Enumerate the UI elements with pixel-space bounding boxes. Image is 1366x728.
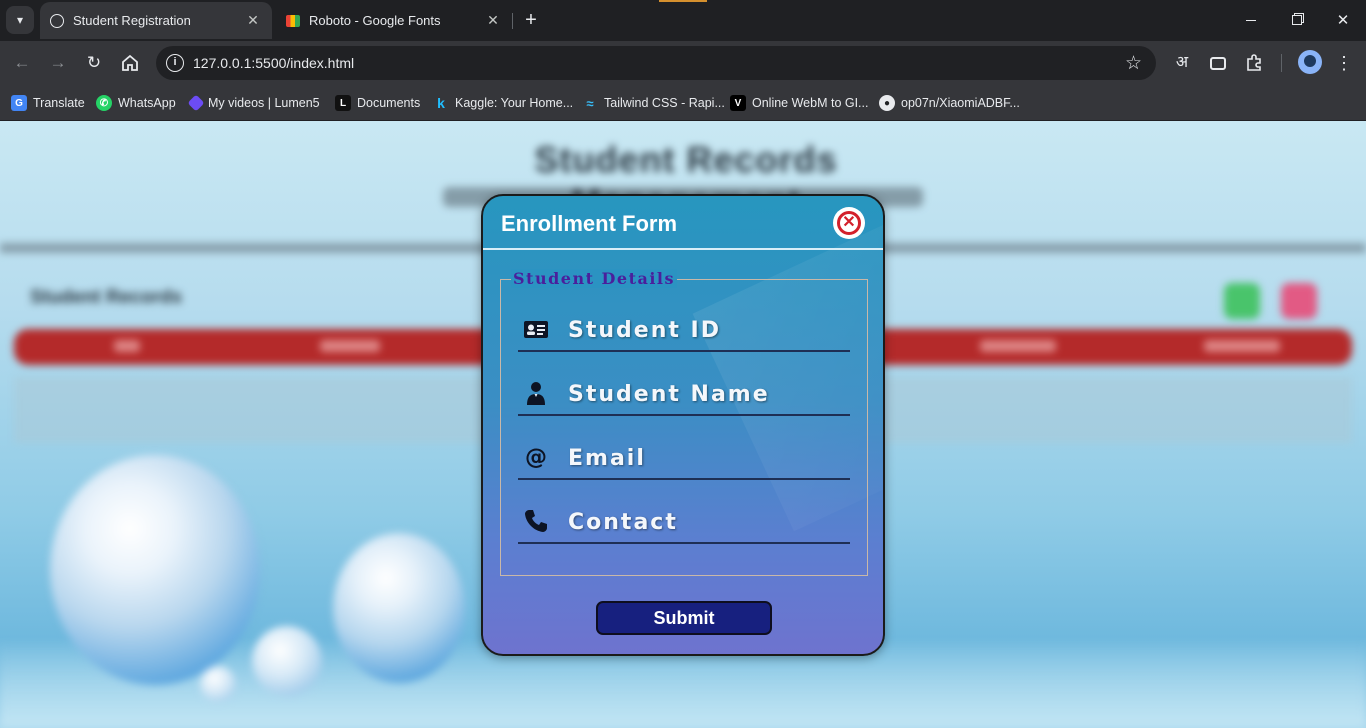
toolbar-separator <box>1281 54 1282 72</box>
tab-label: Student Registration <box>73 13 191 28</box>
home-icon <box>122 54 138 71</box>
forward-button[interactable]: → <box>46 51 70 75</box>
tab-close-icon[interactable]: ✕ <box>244 12 262 29</box>
student-id-placeholder: Student ID <box>568 318 721 343</box>
documents-icon: L <box>335 95 351 111</box>
arrow-right-icon: → <box>49 53 67 72</box>
email-field[interactable]: @ Email <box>518 436 850 480</box>
minimize-icon <box>1246 19 1256 21</box>
id-card-icon <box>524 321 548 338</box>
bookmarks-bar: G Translate ✆ WhatsApp My videos | Lumen… <box>0 85 1366 121</box>
decorative-sphere <box>200 666 236 702</box>
student-name-placeholder: Student Name <box>568 382 770 407</box>
arrow-left-icon: ← <box>13 53 31 72</box>
bookmark-webm-to-gif[interactable]: V Online WebM to GI... <box>730 91 868 115</box>
bookmark-tailwind[interactable]: ≈ Tailwind CSS - Rapi... <box>582 91 725 115</box>
google-translate-icon: G <box>11 95 27 111</box>
tab-label: Roboto - Google Fonts <box>309 13 441 28</box>
contact-field[interactable]: Contact <box>518 500 850 544</box>
tab-separator <box>512 13 513 29</box>
table-header-cell <box>320 340 380 352</box>
add-record-button[interactable] <box>1224 283 1260 319</box>
modal-header: Enrollment Form ✕ <box>483 196 883 250</box>
back-button[interactable]: ← <box>10 51 34 75</box>
home-button[interactable] <box>118 51 142 75</box>
table-header-cell <box>980 340 1056 352</box>
decorative-sphere <box>50 455 260 685</box>
site-info-icon[interactable]: i <box>166 54 184 72</box>
more-menu-icon[interactable]: ⋮ <box>1332 51 1356 75</box>
browser-tab-strip: ▾ Student Registration ✕ Roboto - Google… <box>0 0 1366 41</box>
person-icon <box>527 382 545 405</box>
globe-icon <box>50 13 64 28</box>
tailwind-icon: ≈ <box>586 95 594 111</box>
table-header-cell <box>1204 340 1280 352</box>
github-icon: ● <box>879 95 895 111</box>
address-bar[interactable]: i 127.0.0.1:5500/index.html ☆ <box>156 46 1156 80</box>
bookmark-label: Translate <box>33 96 85 110</box>
close-circle-icon: ✕ <box>837 211 861 235</box>
whatsapp-icon: ✆ <box>96 95 112 111</box>
close-window-button[interactable]: ✕ <box>1320 0 1366 40</box>
svg-text:@: @ <box>525 445 547 470</box>
records-heading: Student Records <box>30 287 183 308</box>
modal-title: Enrollment Form <box>501 211 678 236</box>
tab-google-fonts[interactable]: Roboto - Google Fonts ✕ <box>276 2 512 39</box>
submit-button[interactable]: Submit <box>596 601 772 635</box>
extensions-puzzle-icon[interactable] <box>1242 51 1266 75</box>
restore-button[interactable] <box>1274 0 1320 40</box>
phone-icon <box>525 510 547 532</box>
table-header-cell <box>114 340 140 352</box>
bookmark-documents[interactable]: L Documents <box>335 91 420 115</box>
bookmark-github[interactable]: ● op07n/XiaomiADBF... <box>879 91 1020 115</box>
restore-icon <box>1292 15 1302 25</box>
lumen5-icon <box>187 94 205 112</box>
bookmark-translate[interactable]: G Translate <box>11 91 85 115</box>
window-accent <box>659 0 707 2</box>
reload-icon: ↻ <box>86 53 102 72</box>
minimize-button[interactable] <box>1228 0 1274 40</box>
url-text[interactable]: 127.0.0.1:5500/index.html <box>193 55 354 71</box>
profile-avatar[interactable] <box>1298 50 1322 74</box>
chevron-down-icon: ▾ <box>16 13 24 27</box>
translate-extension-icon[interactable]: अ <box>1170 51 1194 75</box>
bookmark-label: Tailwind CSS - Rapi... <box>604 96 725 110</box>
enrollment-form-modal: Enrollment Form ✕ Student Details Studen… <box>481 194 885 656</box>
kaggle-icon: k <box>437 95 445 111</box>
bookmark-whatsapp[interactable]: ✆ WhatsApp <box>96 91 176 115</box>
decorative-sphere <box>252 626 322 696</box>
tab-close-icon[interactable]: ✕ <box>484 12 502 29</box>
google-fonts-icon <box>286 14 300 27</box>
bookmark-label: WhatsApp <box>118 96 176 110</box>
close-modal-button[interactable]: ✕ <box>833 207 865 239</box>
bookmark-label: My videos | Lumen5 <box>208 96 320 110</box>
tab-student-registration[interactable]: Student Registration ✕ <box>40 2 272 39</box>
browser-toolbar: ← → ↻ i 127.0.0.1:5500/index.html ☆ अ ⋮ <box>0 41 1366 85</box>
delete-record-button[interactable] <box>1281 283 1317 319</box>
decorative-sphere <box>333 533 465 683</box>
bookmark-label: Online WebM to GI... <box>752 96 869 110</box>
email-placeholder: Email <box>568 446 646 471</box>
contact-placeholder: Contact <box>568 510 678 535</box>
student-name-field[interactable]: Student Name <box>518 372 850 416</box>
bookmark-kaggle[interactable]: k Kaggle: Your Home... <box>433 91 573 115</box>
new-tab-button[interactable]: + <box>519 8 543 32</box>
tab-search-button[interactable]: ▾ <box>6 6 34 34</box>
close-icon: ✕ <box>1336 12 1350 29</box>
bookmark-lumen5[interactable]: My videos | Lumen5 <box>187 91 320 115</box>
bookmark-label: Kaggle: Your Home... <box>455 96 574 110</box>
fieldset-legend: Student Details <box>511 269 678 288</box>
reload-button[interactable]: ↻ <box>82 51 106 75</box>
web-page: Student Records Management Student Recor… <box>0 121 1366 728</box>
screen-capture-icon[interactable] <box>1206 51 1230 75</box>
video-v-icon: V <box>730 95 746 111</box>
bookmark-label: op07n/XiaomiADBF... <box>901 96 1020 110</box>
bookmark-label: Documents <box>357 96 421 110</box>
student-details-fieldset: Student Details Student ID Student Name … <box>500 269 868 576</box>
bookmark-star-icon[interactable]: ☆ <box>1125 52 1142 75</box>
at-sign-icon: @ <box>525 445 547 470</box>
student-id-field[interactable]: Student ID <box>518 308 850 352</box>
